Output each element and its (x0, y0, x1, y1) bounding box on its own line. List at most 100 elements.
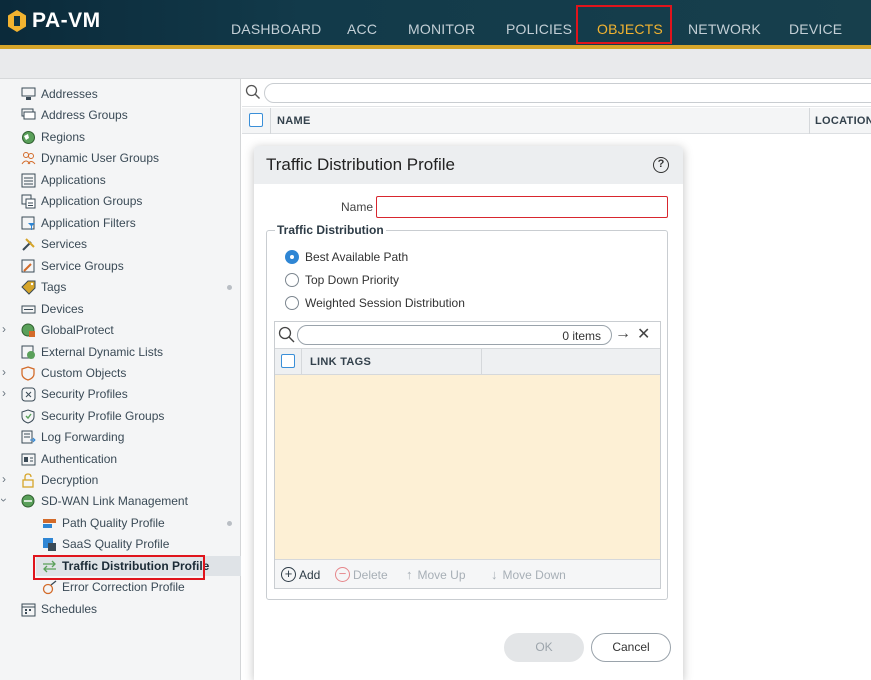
sidebar-item-label: Custom Objects (41, 366, 127, 380)
globe-icon (20, 129, 36, 145)
column-header-name[interactable]: NAME (277, 115, 311, 127)
service-groups-icon (20, 258, 36, 274)
grid-search-input[interactable]: 0 items (297, 325, 612, 345)
sidebar-item-address-groups[interactable]: Address Groups (20, 105, 128, 125)
radio-weighted-session-distribution[interactable]: Weighted Session Distribution (285, 296, 465, 310)
delete-label: Delete (353, 567, 388, 582)
arrow-up-icon: ↑ (406, 567, 413, 582)
help-icon[interactable]: ? (653, 157, 669, 173)
dialog-title: Traffic Distribution Profile (266, 155, 455, 174)
sidebar-item-saas-quality-profile[interactable]: SaaS Quality Profile (41, 534, 169, 554)
sidebar-item-tags[interactable]: Tags (20, 277, 66, 297)
tab-monitor[interactable]: MONITOR (408, 21, 475, 37)
traffic-distribution-dialog: Traffic Distribution Profile ? Name Traf… (254, 146, 683, 680)
sidebar-item-external-dynamic-lists[interactable]: External Dynamic Lists (20, 342, 163, 362)
move-up-button[interactable]: ↑ Move Up (406, 567, 466, 582)
sidebar-item-label: Service Groups (41, 259, 124, 273)
sidebar-item-dynamic-user-groups[interactable]: Dynamic User Groups (20, 148, 159, 168)
tab-dashboard[interactable]: DASHBOARD (231, 21, 321, 37)
column-header-link-tags[interactable]: LINK TAGS (310, 356, 371, 368)
radio-label: Weighted Session Distribution (305, 296, 465, 310)
column-header-location[interactable]: LOCATION (815, 115, 871, 127)
add-button[interactable]: + Add (281, 567, 320, 582)
sidebar-item-application-groups[interactable]: Application Groups (20, 191, 142, 211)
radio-best-available-path[interactable]: Best Available Path (285, 250, 408, 264)
sidebar-item-applications[interactable]: Applications (20, 170, 106, 190)
sidebar-item-sdwan-link-management[interactable]: SD-WAN Link Management (20, 491, 188, 511)
radio-unselected-icon (285, 273, 299, 287)
move-down-button[interactable]: ↓ Move Down (491, 567, 566, 582)
sidebar-item-regions[interactable]: Regions (20, 127, 85, 147)
custom-objects-icon (20, 365, 36, 381)
select-all-checkbox[interactable] (249, 113, 263, 127)
ok-button[interactable]: OK (504, 633, 584, 662)
add-label: Add (299, 567, 321, 582)
grid-body[interactable] (275, 375, 660, 559)
tab-device[interactable]: DEVICE (789, 21, 842, 37)
sidebar-item-label: Dynamic User Groups (41, 151, 160, 165)
tags-indicator-dot (227, 285, 232, 290)
radio-top-down-priority[interactable]: Top Down Priority (285, 273, 399, 287)
sidebar-item-label: Decryption (41, 473, 99, 487)
sidebar-item-globalprotect[interactable]: GlobalProtect (20, 320, 114, 340)
grid-footer: + Add − Delete ↑ Move Up ↓ Move Down (275, 559, 660, 588)
tab-policies[interactable]: POLICIES (506, 21, 572, 37)
sidebar-item-schedules[interactable]: Schedules (20, 599, 97, 619)
path-quality-indicator-dot (227, 521, 232, 526)
sidebar-item-error-correction-profile[interactable]: Error Correction Profile (41, 577, 185, 597)
search-icon[interactable] (278, 326, 295, 343)
sidebar-item-security-profiles[interactable]: Security Profiles (20, 384, 128, 404)
plus-circle-icon: + (281, 567, 296, 582)
name-input[interactable] (376, 196, 668, 218)
column-divider (301, 349, 302, 376)
sidebar-item-application-filters[interactable]: Application Filters (20, 213, 136, 233)
chevron-right-icon[interactable]: › (2, 365, 6, 379)
delete-button[interactable]: − Delete (335, 567, 388, 582)
grid-search-bar: 0 items → ✕ (275, 322, 660, 348)
sidebar-item-label: Address Groups (41, 108, 128, 122)
chevron-down-icon[interactable]: › (0, 498, 11, 502)
app-logo[interactable]: PA-VM (8, 9, 101, 33)
sidebar-item-label: SaaS Quality Profile (62, 537, 170, 551)
radio-selected-icon (285, 250, 299, 264)
external-list-icon (20, 344, 36, 360)
sidebar-item-service-groups[interactable]: Service Groups (20, 256, 124, 276)
link-tags-grid: 0 items → ✕ LINK TAGS + Add − Delete ↑ M… (274, 321, 661, 589)
tab-acc[interactable]: ACC (347, 21, 377, 37)
sidebar-item-custom-objects[interactable]: Custom Objects (20, 363, 126, 383)
chevron-right-icon[interactable]: › (2, 472, 6, 486)
chevron-right-icon[interactable]: › (2, 322, 6, 336)
select-all-checkbox[interactable] (281, 354, 295, 368)
application-filters-icon (20, 215, 36, 231)
path-quality-icon (41, 515, 57, 531)
dialog-header: Traffic Distribution Profile ? (254, 146, 683, 184)
sidebar-item-log-forwarding[interactable]: Log Forwarding (20, 427, 124, 447)
addresses-icon (20, 86, 36, 102)
traffic-distribution-section: Traffic Distribution Best Available Path… (266, 223, 668, 600)
radio-label: Best Available Path (305, 250, 409, 264)
chevron-right-icon[interactable]: › (2, 386, 6, 400)
clear-icon[interactable]: ✕ (637, 324, 650, 344)
sidebar-item-decryption[interactable]: Decryption (20, 470, 98, 490)
sidebar-item-devices[interactable]: Devices (20, 299, 84, 319)
sidebar-item-security-profile-groups[interactable]: Security Profile Groups (20, 406, 164, 426)
schedules-icon (20, 601, 36, 617)
sidebar-item-authentication[interactable]: Authentication (20, 449, 117, 469)
cancel-button[interactable]: Cancel (591, 633, 671, 662)
sidebar-item-label: Regions (41, 130, 86, 144)
column-divider (270, 108, 271, 134)
sidebar-item-label: Application Groups (41, 194, 143, 208)
sidebar-item-label: Error Correction Profile (62, 580, 185, 594)
sidebar-item-addresses[interactable]: Addresses (20, 84, 98, 104)
section-title: Traffic Distribution (275, 223, 386, 237)
search-input[interactable] (264, 83, 871, 103)
app-title: PA-VM (32, 9, 101, 32)
sidebar-item-path-quality-profile[interactable]: Path Quality Profile (41, 513, 165, 533)
sidebar-item-label: Security Profile Groups (41, 409, 165, 423)
tag-icon (20, 279, 36, 295)
arrow-right-icon[interactable]: → (615, 325, 631, 343)
user-group-icon (20, 150, 36, 166)
sidebar-item-services[interactable]: Services (20, 234, 87, 254)
tab-network[interactable]: NETWORK (688, 21, 761, 37)
search-icon[interactable] (245, 84, 261, 100)
